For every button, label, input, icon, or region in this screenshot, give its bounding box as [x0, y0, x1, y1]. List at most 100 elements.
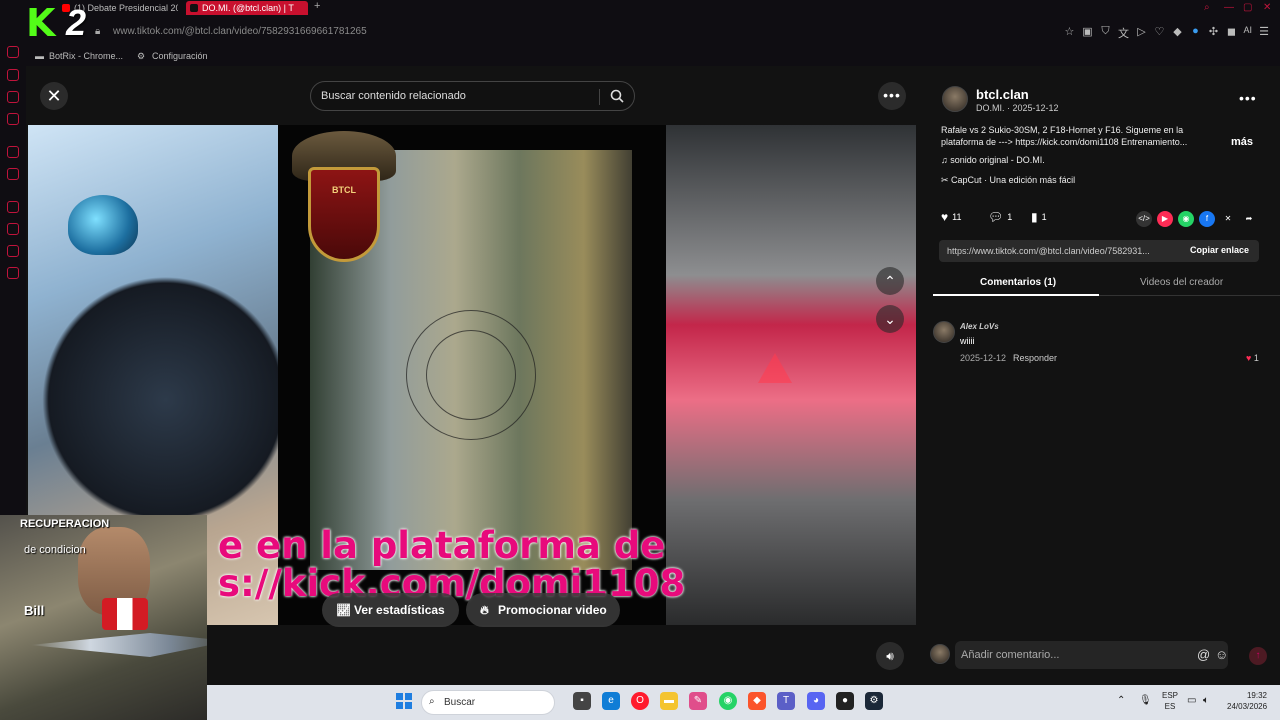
comment-input[interactable]: [961, 641, 1191, 669]
settings-icon[interactable]: [7, 267, 19, 279]
teams-icon[interactable]: T: [777, 692, 795, 710]
mail-icon[interactable]: [7, 113, 19, 125]
share-arrow-icon[interactable]: ➦: [1241, 211, 1257, 227]
url-field[interactable]: www.tiktok.com/@btcl.clan/video/75829316…: [113, 26, 367, 37]
discord-icon[interactable]: ◕: [807, 692, 825, 710]
reply-button[interactable]: Responder: [1013, 353, 1057, 363]
extension-blue-icon[interactable]: ●: [1189, 25, 1201, 41]
search-input[interactable]: [321, 82, 591, 110]
comment-username[interactable]: Alex LoVs: [960, 322, 999, 331]
author-avatar[interactable]: [942, 86, 968, 112]
view-stats-button[interactable]: 📈︎ Ver estadísticas: [322, 593, 459, 627]
kick-extension-icon[interactable]: ◆: [1171, 25, 1183, 41]
heart-icon[interactable]: ♡: [1153, 25, 1165, 41]
ai-icon[interactable]: AI: [1243, 25, 1252, 41]
like-button[interactable]: ♥ 11: [941, 210, 961, 224]
profile-icon[interactable]: ◼: [1225, 25, 1237, 41]
emoji-icon[interactable]: ☺: [1215, 647, 1228, 662]
webcam-overlay: RECUPERACION de condicion Bill: [0, 515, 207, 720]
x-icon[interactable]: [7, 168, 19, 180]
more-options-button[interactable]: •••: [878, 82, 906, 110]
network-icon[interactable]: ▭: [1187, 695, 1196, 706]
send-icon[interactable]: ▶: [1157, 211, 1173, 227]
search-tabs-icon[interactable]: ⌕: [1204, 2, 1210, 13]
share-link[interactable]: https://www.tiktok.com/@btcl.clan/video/…: [947, 246, 1172, 256]
webcam-subtitle: de condicion: [24, 544, 86, 556]
bookmark-icon[interactable]: ☆: [1063, 25, 1075, 41]
tiktok-icon: [190, 4, 198, 12]
author-name[interactable]: btcl.clan: [976, 87, 1029, 102]
translate-icon[interactable]: 文: [1117, 25, 1129, 41]
music-info[interactable]: ♫ sonido original - DO.MI.: [941, 155, 1045, 165]
tab-bar: (1) Debate Presidencial 20 DO.MI. (@btcl…: [26, 0, 1280, 16]
microphone-icon[interactable]: 🎙︎: [1139, 695, 1152, 706]
search-icon[interactable]: [610, 89, 624, 103]
twitch-icon[interactable]: [7, 146, 19, 158]
whatsapp-icon[interactable]: ◉: [1178, 211, 1194, 227]
play-icon[interactable]: ▷: [1135, 25, 1147, 41]
copy-link-button[interactable]: Copiar enlace: [1190, 245, 1249, 255]
maximize-icon[interactable]: ▢: [1243, 2, 1252, 13]
steam-icon[interactable]: ⚙: [865, 692, 883, 710]
whatsapp-icon[interactable]: ◉: [719, 692, 737, 710]
chevron-up-icon[interactable]: ⌃: [1117, 695, 1125, 706]
search-icon: ⌕: [429, 696, 435, 707]
logo-two: 2: [66, 2, 87, 43]
btcl-crest: BTCL: [286, 127, 401, 267]
paint-icon[interactable]: ✎: [689, 692, 707, 710]
tab-comments[interactable]: Comentarios (1): [980, 277, 1056, 288]
speaker-icon[interactable]: 🔈︎: [1203, 695, 1209, 706]
close-window-icon[interactable]: ✕: [1263, 2, 1271, 13]
promote-video-button[interactable]: 🔥︎ Promocionar video: [466, 593, 620, 627]
post-comment-button[interactable]: ↑: [1249, 647, 1267, 665]
bookmark-botrix[interactable]: BotRix - Chrome...: [49, 51, 123, 61]
clock-icon[interactable]: [7, 201, 19, 213]
messenger-icon[interactable]: [7, 91, 19, 103]
description-more-button[interactable]: más: [1231, 136, 1253, 148]
comment-button[interactable]: 💬︎ 1: [988, 210, 1012, 224]
edge-icon[interactable]: e: [602, 692, 620, 710]
opera-icon[interactable]: O: [631, 692, 649, 710]
previous-video-button[interactable]: ⌃: [876, 267, 904, 295]
like-count: 11: [952, 212, 962, 222]
taskbar-search: ⌕: [421, 690, 555, 715]
extensions-icon[interactable]: [7, 245, 19, 257]
clock-time: 19:32: [1246, 691, 1267, 700]
minimize-icon[interactable]: —: [1224, 2, 1234, 13]
commenter-avatar[interactable]: [933, 321, 955, 343]
tab-tiktok[interactable]: DO.MI. (@btcl.clan) | T: [186, 1, 308, 15]
tab-creator-videos[interactable]: Videos del creador: [1140, 277, 1223, 288]
capcut-label: CapCut · Una edición más fácil: [951, 175, 1076, 185]
bookmark-configuracion[interactable]: Configuración: [152, 51, 208, 61]
post-options-button[interactable]: •••: [1239, 90, 1257, 106]
history-icon[interactable]: [7, 46, 19, 58]
new-tab-button[interactable]: +: [314, 0, 320, 12]
capcut-link[interactable]: ✂ CapCut · Una edición más fácil: [941, 175, 1075, 186]
brave-icon[interactable]: ◆: [748, 692, 766, 710]
app-icon[interactable]: ●: [836, 692, 854, 710]
comment-like-button[interactable]: ♥ 1: [1246, 353, 1259, 363]
taskbar-search-input[interactable]: [444, 691, 534, 714]
language-indicator[interactable]: ESP ES: [1162, 690, 1178, 712]
share-link-box: https://www.tiktok.com/@btcl.clan/video/…: [939, 240, 1259, 262]
puzzle-icon[interactable]: ✣: [1207, 25, 1219, 41]
pin-icon[interactable]: [7, 223, 19, 235]
jet-cockpit: [68, 195, 138, 255]
snapshot-icon[interactable]: ▣: [1081, 25, 1093, 41]
clock[interactable]: 19:32 24/03/2026: [1227, 690, 1267, 712]
x-share-icon[interactable]: ✕: [1220, 211, 1236, 227]
facebook-icon[interactable]: f: [1199, 211, 1215, 227]
close-button[interactable]: ✕: [40, 82, 68, 110]
menu-icon[interactable]: ☰: [1258, 25, 1270, 41]
file-explorer-icon[interactable]: ▬: [660, 692, 678, 710]
task-view-icon[interactable]: ▪: [573, 692, 591, 710]
mention-icon[interactable]: @: [1197, 647, 1210, 662]
volume-button[interactable]: 🔊︎: [876, 642, 904, 670]
shield-icon[interactable]: ⛉: [1099, 25, 1111, 41]
bag-icon[interactable]: [7, 69, 19, 81]
gear-icon: ⚙: [137, 51, 146, 61]
windows-start-icon[interactable]: [396, 693, 412, 709]
next-video-button[interactable]: ⌄: [876, 305, 904, 333]
save-button[interactable]: ▮ 1: [1031, 210, 1047, 224]
embed-icon[interactable]: </>: [1136, 211, 1152, 227]
